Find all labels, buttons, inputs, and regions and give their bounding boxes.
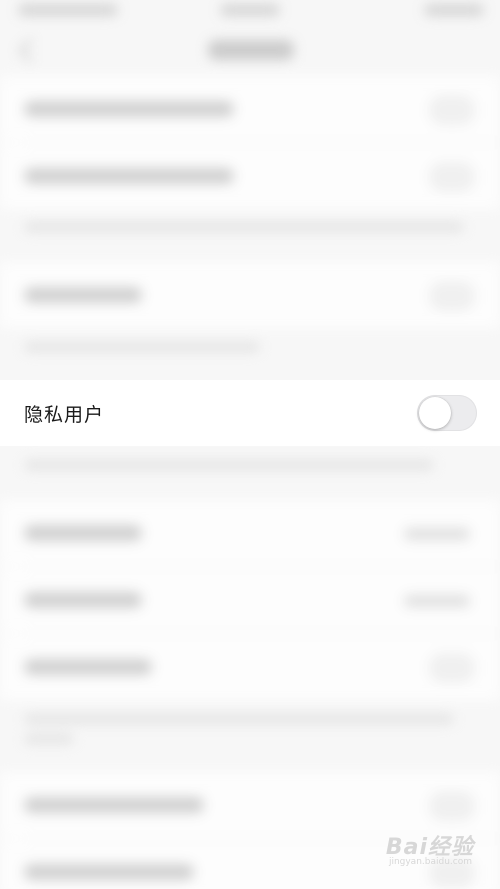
- blurred-row[interactable]: [0, 634, 500, 700]
- blurred-row[interactable]: [0, 500, 500, 566]
- blurred-row[interactable]: [0, 143, 500, 209]
- privacy-user-label: 隐私用户: [24, 404, 105, 426]
- blurred-row[interactable]: [0, 262, 500, 328]
- baidu-jingyan-watermark: Bai经验 jingyan.baidu.com: [364, 827, 474, 871]
- blurred-row[interactable]: [0, 567, 500, 633]
- nav-bar: [0, 24, 500, 76]
- privacy-user-row[interactable]: 隐私用户: [0, 380, 500, 446]
- nav-title: [208, 40, 294, 60]
- privacy-user-toggle[interactable]: [417, 395, 477, 431]
- toggle-knob: [419, 397, 451, 429]
- watermark-url: jingyan.baidu.com: [388, 857, 472, 867]
- blurred-row[interactable]: [0, 76, 500, 142]
- settings-screen: 隐私用户 Bai经验 jingyan.baidu.com: [0, 0, 500, 889]
- back-arrow-icon[interactable]: [18, 38, 43, 63]
- status-bar: [0, 0, 500, 24]
